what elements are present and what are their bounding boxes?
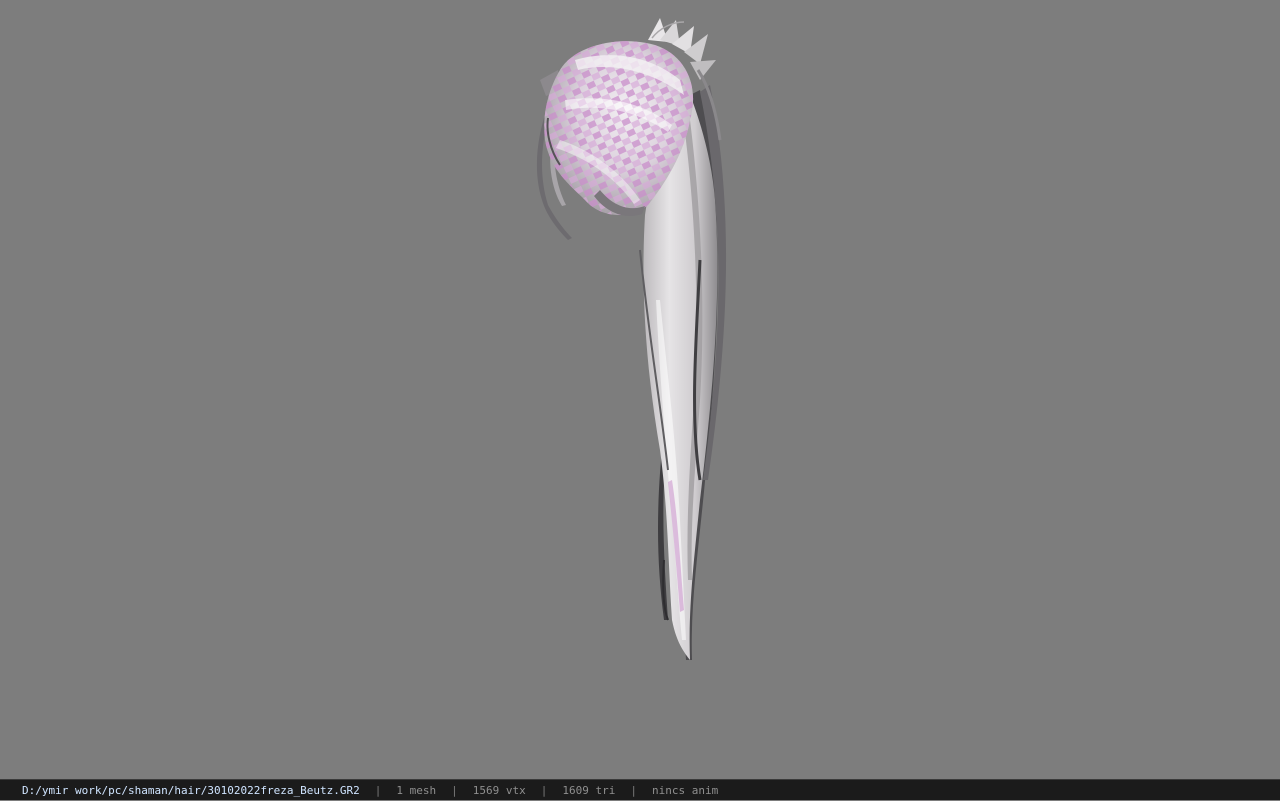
separator: | — [540, 783, 548, 797]
separator: | — [630, 783, 637, 797]
vertex-count: 1569 vtx — [472, 783, 526, 797]
hair-model-render — [536, 18, 727, 660]
anim-status: nincs anim — [651, 783, 719, 797]
triangle-count: 1609 tri — [562, 783, 616, 797]
status-bar: D:/ymir work/pc/shaman/hair/30102022frez… — [0, 779, 1280, 800]
file-path: D:/ymir work/pc/shaman/hair/30102022frez… — [22, 783, 360, 797]
separator: | — [451, 783, 458, 797]
separator: | — [374, 783, 382, 797]
mesh-count: 1 mesh — [396, 783, 437, 797]
3d-viewport[interactable] — [0, 0, 1280, 779]
